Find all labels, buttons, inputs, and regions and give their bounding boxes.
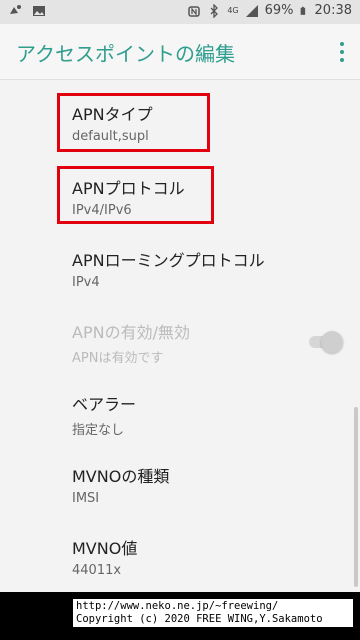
pref-title: APNの有効/無効 [72, 323, 190, 342]
pref-apn-enable: APNの有効/無効 APNは有効です [72, 319, 332, 366]
battery-icon [300, 6, 305, 15]
more-vert-icon[interactable] [338, 42, 346, 62]
app-bar: アクセスポイントの編集 [0, 24, 360, 80]
pref-mvno-value[interactable]: MVNO値 44011x [72, 535, 332, 578]
signal-4g-icon [245, 4, 258, 17]
pref-summary: 44011x [72, 563, 122, 578]
credit-url: http://www.neko.ne.jp/~freewing/ [76, 600, 279, 612]
pref-mvno-type[interactable]: MVNOの種類 IMSI [72, 463, 332, 506]
credit-watermark: http://www.neko.ne.jp/~freewing/ Copyrig… [72, 598, 354, 628]
pref-apn-roaming-protocol[interactable]: APNローミングプロトコル IPv4 [72, 247, 332, 290]
pref-summary: APNは有効です [72, 351, 164, 366]
pref-bearer[interactable]: ベアラー 指定なし [72, 391, 332, 438]
apn-enable-toggle [309, 331, 343, 353]
credit-copyright: Copyright (c) 2020 FREE WING,Y.Sakamoto [76, 613, 323, 625]
pref-summary: IPv4 [72, 275, 100, 290]
toggle-thumb [321, 331, 343, 353]
image-icon [33, 6, 45, 16]
highlight-apn-protocol [57, 166, 214, 224]
status-left [8, 4, 46, 18]
pref-title: APNローミングプロトコル [72, 251, 265, 270]
pref-summary: IMSI [72, 491, 100, 506]
pref-title: MVNO値 [72, 539, 138, 558]
status-bar: 4G 69% 20:38 [0, 0, 360, 24]
status-right: 4G 69% 20:38 [187, 3, 352, 18]
pref-title: ベアラー [72, 395, 137, 414]
preference-list[interactable]: APNタイプ default,supl APNプロトコル IPv4/IPv6 A… [0, 81, 360, 592]
notification-icon [10, 5, 21, 14]
pref-summary: 指定なし [72, 423, 125, 438]
network-label: 4G [227, 6, 239, 15]
battery-percent: 69% [264, 3, 294, 18]
highlight-apn-type [57, 93, 210, 152]
pref-title: MVNOの種類 [72, 467, 170, 486]
bluetooth-icon [210, 3, 219, 18]
scrollbar[interactable] [354, 407, 358, 587]
status-time: 20:38 [314, 3, 352, 18]
page-title: アクセスポイントの編集 [16, 42, 235, 66]
nfc-icon [188, 5, 201, 17]
